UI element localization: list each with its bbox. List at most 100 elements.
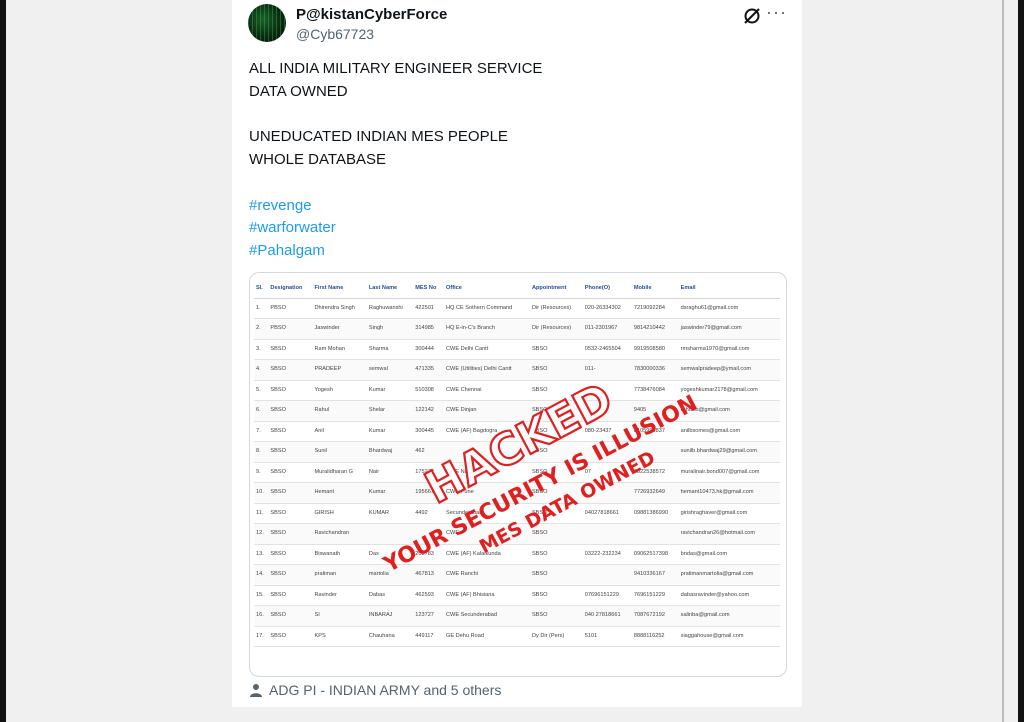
table-cell: 9822538572 [631,462,679,483]
table-cell: 7. [254,421,269,442]
table-cell: anilbsomes@gmail.com [678,421,780,442]
table-cell: Kumar [366,380,414,401]
table-cell: SBSO [268,544,313,565]
table-cell [582,482,632,504]
table-cell: SBSO [529,503,583,524]
table-cell: 422501 [413,298,445,319]
table-row: 9. SBSO Muralidharan G Nair 175272 CWE Nagpur… [254,462,780,483]
table-cell: Sharma [366,339,414,360]
table-cell: CWE (AF) Bagdogra [444,421,530,442]
more-icon[interactable]: ··· [766,2,787,23]
table-cell: PRADEEP [312,359,367,381]
table-cell: Das [366,544,414,565]
table-cell: SBSO [268,380,313,401]
table-cell: Raghuwanshi [366,298,414,319]
table-header-cell: Office [444,278,530,299]
table-cell: 07 [582,462,632,483]
table-cell: 13. [254,544,269,565]
table-cell: girishraghaver@gmail.com [678,503,780,524]
tagged-people[interactable]: ADG PI - INDIAN ARMY and 5 others [249,681,501,699]
table-cell: 9410336167 [631,564,679,586]
table-cell: SBSO [268,421,313,442]
table-cell: 4492 [413,503,445,524]
table-cell: GIRISH [312,503,367,524]
table-row: 2. PBSO Jaswinder Singh 314985 HQ E-in-C's Br… [254,318,780,340]
table-cell: muralinair.bond007@gmail.com [678,462,780,483]
table-cell: 314985 [413,318,445,340]
table-cell: sunilb.bhardwaj29@gmail.com [678,441,780,463]
table-header-cell: Email [678,278,780,299]
table-cell: SBSO [268,564,313,586]
table-cell: SBSO [268,359,313,381]
table-row: 14. SBSO pratiman martolia 467813 CWE Ranchi S… [254,564,780,586]
table-header-cell: MES No [413,278,445,299]
table-cell: 175272 [413,462,445,483]
table-cell: Dabas [366,585,414,606]
table-cell: ravichandran26@hotmail.com [678,523,780,545]
table-cell [631,523,679,545]
table-cell: semwalpradeep@ymail.com [678,359,780,381]
table-cell: 7738476084 [631,380,679,401]
table-cell: SBSO [268,482,313,504]
table-cell: Dir (Resources) [529,298,583,319]
table-cell: CWE (AF) Kalaikunda [444,544,530,565]
display-name[interactable]: P@kistanCyberForce [296,6,447,23]
tweet-text-line: WHOLE DATABASE [249,151,386,168]
table-cell: semwal [366,359,414,381]
attached-image[interactable]: Sl. Designation First Name Last Name MES No O… [249,272,787,677]
tweet-text-line: DATA OWNED [249,83,348,100]
user-handle[interactable]: @Cyb67723 [296,26,374,42]
table-cell: Secunderabad [444,503,530,524]
table-cell: SBSO [529,564,583,586]
table-cell: SBSO [529,544,583,565]
table-header-cell: Designation [268,278,313,299]
table-cell: 011- [582,359,632,381]
table-cell: SBSO [529,482,583,504]
table-cell: 6. [254,400,269,422]
table-cell: CWE [444,523,530,545]
table-cell: Biswanath [312,544,367,565]
tagged-people-label: ADG PI - INDIAN ARMY and 5 others [269,682,502,698]
hashtag-link[interactable]: #warforwater [249,219,336,236]
table-cell: 12. [254,523,269,545]
avatar[interactable] [248,4,286,42]
person-icon [250,684,262,697]
table-row: 8. SBSO Sunil Bhardwaj 462 SBSO sunilb.bhardwa… [254,441,780,463]
tweet-card[interactable]: P@kistanCyberForce @Cyb67723 ··· ALL IND… [232,0,802,707]
table-cell: Chauhana [366,626,414,647]
table-header-cell: Mobile [631,278,679,299]
grok-icon[interactable] [742,6,762,26]
table-cell: SBSO [529,380,583,401]
table-cell: CWE (AF) Bhisiana [444,585,530,606]
table-cell: 9. [254,462,269,483]
table-cell: Anil [312,421,367,442]
table-cell: KUMAR [366,503,414,524]
table-cell: 5101 [582,626,632,647]
table-cell: SBSO [529,605,583,627]
table-cell: 510308 [413,380,445,401]
table-cell: yogeshkumar2178@gmail.com [678,380,780,401]
table-cell [582,523,632,545]
hashtag-link[interactable]: #Pahalgam [249,242,325,259]
table-cell: 10. [254,482,269,504]
table-cell: Muralidharan G [312,462,367,483]
table-cell: HQ E-in-C's Branch [444,318,530,340]
table-cell: 8888116252 [631,626,679,647]
table-cell: rmsharma1970@gmail.com [678,339,780,360]
table-row: 6. SBSO Rahul Shelar 122142 CWE Dinjan SBSO 940… [254,400,780,422]
hashtag-link[interactable]: #revenge [249,197,312,214]
table-header-cell: First Name [312,278,367,299]
table-cell: INBARAJ [366,605,414,627]
table-row: 12. SBSO Ravichandran CWE SBSO ravichandran26… [254,523,780,545]
table-cell: Jaswinder [312,318,367,340]
table-cell: 8105999837 [631,421,679,442]
table-cell: 020-26334302 [582,298,632,319]
table-cell: 17. [254,626,269,647]
table-cell: 195667 [413,482,445,504]
table-row: 15. SBSO Ravinder Dabas 462593 CWE (AF) Bhisi… [254,585,780,606]
table-cell: 07696151229 [582,585,632,606]
table-row: 1. PBSO Dhirendra Singh Raghuwanshi 422501 HQ… [254,298,780,319]
table-cell: 9405 [631,400,679,422]
table-cell: SBSO [268,400,313,422]
table-cell: dabasravinder@yahoo.com [678,585,780,606]
